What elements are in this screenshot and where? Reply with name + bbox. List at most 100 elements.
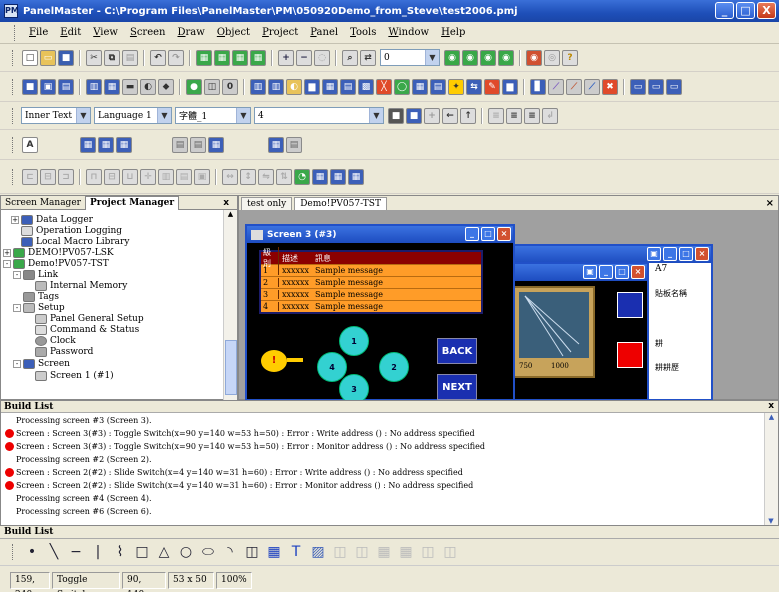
help-icon[interactable]: ? — [562, 49, 578, 66]
menu-file[interactable]: File — [29, 27, 48, 38]
ungroup-icon[interactable]: ▦ — [98, 136, 114, 153]
align-right-icon[interactable]: ≡ — [524, 107, 540, 124]
delete-object-icon[interactable]: ✖ — [602, 78, 618, 95]
window-minimize-icon[interactable]: _ — [599, 265, 613, 279]
same-height-icon[interactable]: ↕ — [240, 168, 256, 185]
toolbar-grip[interactable] — [14, 24, 17, 41]
function-button-icon[interactable]: ▥ — [86, 78, 102, 95]
window-close-icon[interactable]: × — [695, 247, 709, 261]
tree-item-demo-pv057-lsk[interactable]: + DEMO!PV057-LSK — [3, 247, 114, 258]
meter-icon[interactable]: ▦ — [322, 78, 338, 95]
menu-tools[interactable]: Tools — [350, 27, 376, 38]
circle-dyn-icon[interactable]: ▦ — [374, 542, 394, 562]
log-line[interactable]: Processing screen #4 (Screen 4). — [5, 494, 152, 503]
log-line[interactable]: Processing screen #6 (Screen 6). — [5, 507, 152, 516]
toolbar-grip[interactable] — [12, 168, 15, 185]
undo-icon[interactable]: ↶ — [150, 49, 166, 66]
doc-tab-demo-pv057-tst[interactable]: Demo!PV057-TST — [294, 196, 387, 210]
trend-graph-icon[interactable]: ▩ — [358, 78, 374, 95]
background-color-icon[interactable]: ■ — [406, 107, 422, 124]
offline-simulation-icon[interactable]: ◉ — [462, 49, 478, 66]
window-restore-icon[interactable]: ▣ — [583, 265, 597, 279]
menu-help[interactable]: Help — [441, 27, 465, 38]
scrollbar-thumb[interactable] — [225, 340, 237, 395]
maximize-button[interactable]: □ — [736, 2, 755, 19]
keypad-button-icon[interactable]: ▦ — [104, 78, 120, 95]
horizontal-line-icon[interactable]: − — [66, 542, 86, 562]
menu-panel[interactable]: Panel — [310, 27, 338, 38]
spline-chart-icon[interactable]: ⟋ — [584, 78, 600, 95]
text-property-icon[interactable]: ↲ — [542, 107, 558, 124]
language-combo[interactable]: Language 1 ▼ — [94, 107, 172, 124]
keypad-circle-2[interactable]: 2 — [379, 352, 409, 382]
rectangle-icon[interactable]: □ — [132, 542, 152, 562]
build-list-scrollbar[interactable]: ▲ ▼ — [764, 413, 778, 525]
center-horizontal-icon[interactable]: ✛ — [140, 168, 156, 185]
window-close-icon[interactable]: × — [497, 227, 511, 241]
toolbar-grip[interactable] — [12, 136, 15, 153]
print-setup-icon[interactable]: ▭ — [630, 78, 646, 95]
tree-item-setup[interactable]: - Setup — [13, 302, 65, 313]
rect-dyn-icon[interactable]: ▦ — [396, 542, 416, 562]
circle-icon[interactable]: ○ — [176, 542, 196, 562]
snap-icon[interactable]: ▤ — [286, 136, 302, 153]
upload-icon[interactable]: ◉ — [526, 49, 542, 66]
tree-item-panel-general-setup[interactable]: Panel General Setup — [35, 313, 144, 324]
pie-graph-icon[interactable]: ▤ — [340, 78, 356, 95]
multistate-lamp-icon[interactable]: ◫ — [204, 78, 220, 95]
line-chart-icon[interactable]: ⟋ — [548, 78, 564, 95]
advanced-chart-icon[interactable]: ⟋ — [566, 78, 582, 95]
sound-icon[interactable]: ✎ — [484, 78, 500, 95]
tree-item-internal-memory[interactable]: Internal Memory — [35, 280, 127, 291]
find-icon[interactable]: ⌕ — [342, 49, 358, 66]
same-width-icon[interactable]: ↔ — [222, 168, 238, 185]
table-row[interactable]: 1 xxxxxx Sample message — [261, 264, 481, 276]
arrow-up-icon[interactable]: ↑ — [460, 107, 476, 124]
tree-item-command-status[interactable]: Command & Status — [35, 324, 139, 335]
collapse-icon[interactable]: - — [13, 270, 21, 279]
historic-trend-icon[interactable]: ▊ — [530, 78, 546, 95]
scale-icon[interactable]: ▦ — [264, 542, 284, 562]
scroll-down-icon[interactable]: ▼ — [765, 517, 777, 525]
tree-item-data-logger[interactable]: + Data Logger — [11, 214, 93, 225]
arrow-left-icon[interactable]: ← — [442, 107, 458, 124]
tree-item-demo-pv057-tst[interactable]: - Demo!PV057-TST — [3, 258, 109, 269]
window-maximize-icon[interactable]: □ — [481, 227, 495, 241]
blue-button[interactable] — [617, 292, 643, 318]
new-screen-icon[interactable]: ▦ — [196, 49, 212, 66]
zoom-out-icon[interactable]: − — [296, 49, 312, 66]
character-entry-icon[interactable]: ▥ — [268, 78, 284, 95]
build-list-tab[interactable]: Build List — [0, 526, 779, 539]
new-file-icon[interactable]: □ — [22, 49, 38, 66]
save-icon[interactable]: ■ — [58, 49, 74, 66]
alarm-display-icon[interactable]: ◯ — [394, 78, 410, 95]
toolbar-grip[interactable] — [12, 78, 15, 95]
send-back-icon[interactable]: ▤ — [190, 136, 206, 153]
text-icon[interactable]: T — [286, 542, 306, 562]
line-dyn-icon[interactable]: ◫ — [440, 542, 460, 562]
xy-chart-icon[interactable]: ╳ — [376, 78, 392, 95]
open-screen-icon[interactable]: ▦ — [214, 49, 230, 66]
add-icon[interactable]: + — [424, 107, 440, 124]
scroll-up-icon[interactable]: ▲ — [224, 210, 237, 218]
dot-tool-icon[interactable]: • — [22, 542, 42, 562]
copy-icon[interactable]: ⧉ — [104, 49, 120, 66]
arc-icon[interactable]: ◝ — [220, 542, 240, 562]
tree-item-clock[interactable]: Clock — [35, 335, 76, 346]
tree-item-operation-logging[interactable]: Operation Logging — [21, 225, 122, 236]
text-color-icon[interactable]: ■ — [388, 107, 404, 124]
selector-icon[interactable]: ⬥ — [158, 78, 174, 95]
close-doc-icon[interactable]: × — [766, 198, 774, 209]
message-display-icon[interactable]: ◐ — [286, 78, 302, 95]
event-display-icon[interactable]: ▤ — [430, 78, 446, 95]
lamp-icon[interactable]: ● — [186, 78, 202, 95]
vertical-line-icon[interactable]: | — [88, 542, 108, 562]
window-minimize-icon[interactable]: _ — [465, 227, 479, 241]
next-button[interactable]: NEXT — [437, 374, 477, 400]
compile-icon[interactable]: ◉ — [444, 49, 460, 66]
window-minimize-icon[interactable]: _ — [663, 247, 677, 261]
forward-icon[interactable]: ▦ — [208, 136, 224, 153]
numeric-entry-icon[interactable]: ▥ — [250, 78, 266, 95]
align-center-icon[interactable]: ≡ — [506, 107, 522, 124]
window-maximize-icon[interactable]: □ — [679, 247, 693, 261]
